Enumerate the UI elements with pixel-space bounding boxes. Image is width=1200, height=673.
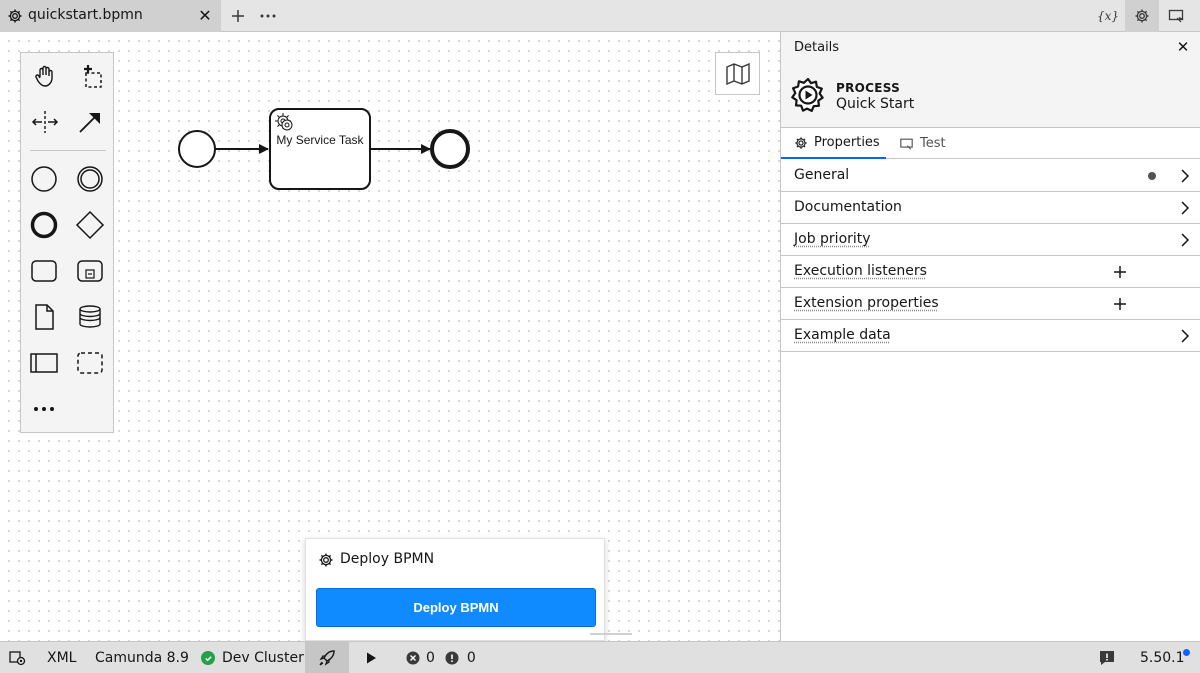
warning-count: 0 [466,650,476,666]
changed-indicator [1148,172,1156,180]
group-example-data[interactable]: Example data [781,320,1200,352]
feedback-icon[interactable] [1099,642,1115,673]
run-button[interactable] [364,642,378,673]
popup-scrollbar[interactable] [590,633,632,635]
panel-tabs: Properties Test [781,128,1200,159]
panel-header: Details ✕ [781,32,1200,62]
error-icon [406,651,420,665]
error-count: 0 [426,650,435,666]
group-general[interactable]: General [781,160,1200,192]
group-job-priority[interactable]: Job priority [781,224,1200,256]
test-panel-icon [900,138,913,150]
plus-icon[interactable] [1112,264,1128,280]
end-event[interactable] [430,129,470,169]
service-task-label: My Service Task [276,133,364,147]
group-label: Extension properties [794,295,939,311]
settings-icon[interactable] [1125,0,1159,32]
tab-properties-label: Properties [814,135,880,150]
panel-title: Details [794,40,840,55]
deploy-title: Deploy BPMN [340,551,435,567]
update-indicator [1183,649,1190,656]
test-panel-icon[interactable] [1159,0,1193,32]
chevron-right-icon[interactable] [1179,168,1191,184]
cluster-label: Dev Cluster [222,650,304,666]
chevron-right-icon[interactable] [1179,328,1191,344]
group-label: Documentation [794,199,902,215]
start-event[interactable] [178,130,216,168]
status-bar: XML Camunda 8.9 Dev Cluster 0 0 5.50.1 [0,641,1200,673]
deploy-button[interactable]: Deploy BPMN [316,588,596,627]
group-label: Execution listeners [794,263,927,279]
variables-icon[interactable]: {x} [1091,0,1125,32]
engine-version-button[interactable]: Camunda 8.9 [95,642,189,673]
element-type: PROCESS [836,81,901,95]
problems-summary[interactable]: 0 0 [406,642,476,673]
play-icon [367,652,376,664]
xml-view-button[interactable]: XML [47,642,76,673]
property-groups: General Documentation Job priority Execu… [781,160,1200,352]
chevron-right-icon[interactable] [1179,200,1191,216]
deploy-rocket-button[interactable] [305,642,349,673]
file-settings-icon[interactable] [9,642,27,673]
properties-panel: Details ✕ PROCESS Quick Start Properties… [780,32,1200,641]
gear-icon [319,553,333,567]
tab-test[interactable]: Test [899,128,946,159]
tab-test-label: Test [920,136,946,151]
version-label[interactable]: 5.50.1 [1140,642,1185,673]
close-icon[interactable]: ✕ [1175,39,1191,55]
check-icon [201,651,215,665]
tab-properties[interactable]: Properties [781,128,886,159]
plus-icon[interactable] [1112,296,1128,312]
deploy-popup: Deploy BPMN Deploy BPMN [305,538,605,641]
element-info: PROCESS Quick Start [781,62,1200,128]
element-name: Quick Start [836,96,915,112]
group-label: Example data [794,327,891,343]
group-execution-listeners[interactable]: Execution listeners [781,256,1200,288]
process-icon [791,78,824,112]
rocket-icon [319,650,335,666]
group-label: Job priority [794,231,871,247]
connection-status[interactable]: Dev Cluster [201,642,304,673]
warning-icon [445,651,459,665]
group-label: General [794,167,850,183]
group-documentation[interactable]: Documentation [781,192,1200,224]
chevron-right-icon[interactable] [1179,232,1191,248]
group-extension-properties[interactable]: Extension properties [781,288,1200,320]
gear-icon [795,136,807,149]
